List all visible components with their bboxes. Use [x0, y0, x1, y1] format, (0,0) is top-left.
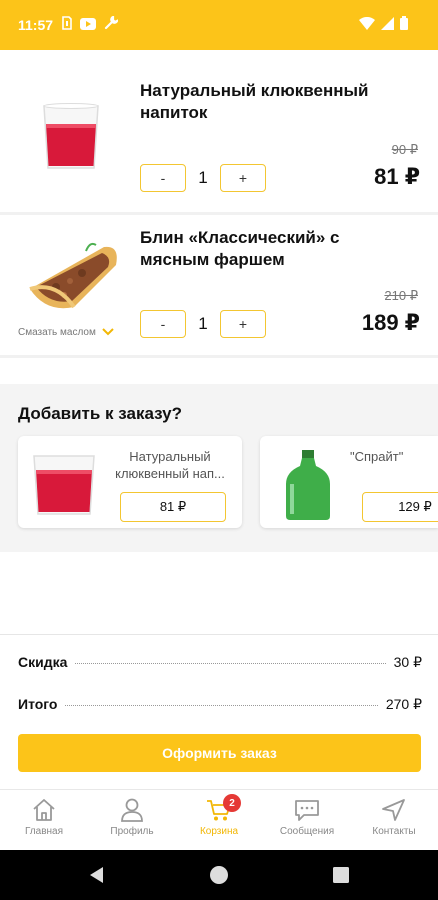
product-image-pancake	[26, 237, 122, 318]
sim-icon	[62, 16, 72, 35]
tab-label: Корзина	[199, 826, 239, 837]
cart-badge: 2	[223, 794, 241, 812]
recents-icon[interactable]	[333, 867, 349, 888]
divider	[0, 634, 438, 635]
price: 81 ₽	[374, 164, 420, 189]
old-price: 210 ₽	[384, 288, 418, 303]
total-row: Итого 270 ₽	[18, 696, 422, 713]
product-image-cranberry-drink	[38, 102, 104, 177]
addon-card[interactable]: Натуральный клюквенный нап... 81 ₽	[18, 436, 242, 528]
quantity-value: 1	[198, 168, 208, 187]
checkout-button[interactable]: Оформить заказ	[18, 734, 421, 772]
tab-cart[interactable]: 2 Корзина	[175, 794, 263, 837]
old-price: 90 ₽	[391, 142, 418, 157]
decrease-button[interactable]: -	[140, 310, 186, 338]
divider	[0, 355, 438, 358]
addon-price-button[interactable]: 129 ₽	[362, 492, 438, 522]
profile-icon	[121, 798, 143, 822]
addon-name: Натуральный клюквенный нап...	[115, 449, 225, 481]
price: 189 ₽	[361, 310, 420, 335]
tab-messages[interactable]: Сообщения	[263, 798, 351, 837]
quantity-value: 1	[198, 314, 208, 333]
discount-value: 30 ₽	[393, 654, 422, 670]
quantity-stepper: - 1 +	[140, 310, 266, 338]
tab-contacts[interactable]: Контакты	[350, 798, 438, 837]
total-value: 270 ₽	[385, 696, 422, 712]
back-icon[interactable]	[88, 866, 104, 889]
addons-section: Добавить к заказу? Натуральный клюквенны…	[0, 384, 438, 552]
home-circle-icon[interactable]	[209, 865, 229, 890]
option-label: Смазать маслом	[18, 326, 96, 338]
battery-icon	[400, 16, 408, 35]
status-bar: 11:57	[0, 0, 438, 50]
location-arrow-icon	[382, 799, 405, 821]
tab-label: Профиль	[110, 826, 154, 837]
bottom-tab-bar: Главная Профиль 2 Корзина Сообщения Конт…	[0, 789, 438, 849]
home-icon	[33, 799, 55, 821]
messages-icon	[295, 800, 319, 821]
option-toggle[interactable]: Смазать маслом	[18, 323, 114, 341]
wrench-icon	[104, 15, 120, 35]
decrease-button[interactable]: -	[140, 164, 186, 192]
tab-profile[interactable]: Профиль	[88, 798, 176, 837]
tab-home[interactable]: Главная	[0, 798, 88, 837]
system-navigation-bar	[0, 850, 438, 900]
quantity-stepper: - 1 +	[140, 164, 266, 192]
addon-price-button[interactable]: 81 ₽	[120, 492, 226, 522]
status-time: 11:57	[18, 17, 54, 33]
discount-row: Скидка 30 ₽	[18, 654, 422, 671]
tab-label: Главная	[24, 826, 64, 837]
addon-card[interactable]: "Спрайт" 129 ₽	[260, 436, 438, 528]
product-name: Натуральный клюквенный напиток	[140, 81, 369, 122]
product-image-cranberry-drink	[30, 454, 98, 521]
addons-title: Добавить к заказу?	[18, 404, 183, 423]
total-label: Итого	[18, 696, 58, 712]
tab-label: Контакты	[372, 826, 416, 837]
increase-button[interactable]: +	[220, 164, 266, 192]
addon-name: "Спрайт"	[350, 449, 404, 464]
youtube-icon	[80, 17, 96, 35]
cart-item-drink: Натуральный клюквенный напиток - 1 + 90 …	[0, 66, 438, 212]
product-name: Блин «Классический» с мясным фаршем	[140, 228, 340, 269]
increase-button[interactable]: +	[220, 310, 266, 338]
chevron-down-icon	[102, 323, 114, 341]
cart-item-pancake: Смазать маслом Блин «Классический» с мяс…	[0, 215, 438, 355]
discount-label: Скидка	[18, 654, 68, 670]
signal-icon	[381, 16, 394, 35]
product-image-sprite-bottle	[282, 450, 334, 525]
tab-label: Сообщения	[279, 826, 335, 837]
wifi-icon	[359, 16, 375, 35]
